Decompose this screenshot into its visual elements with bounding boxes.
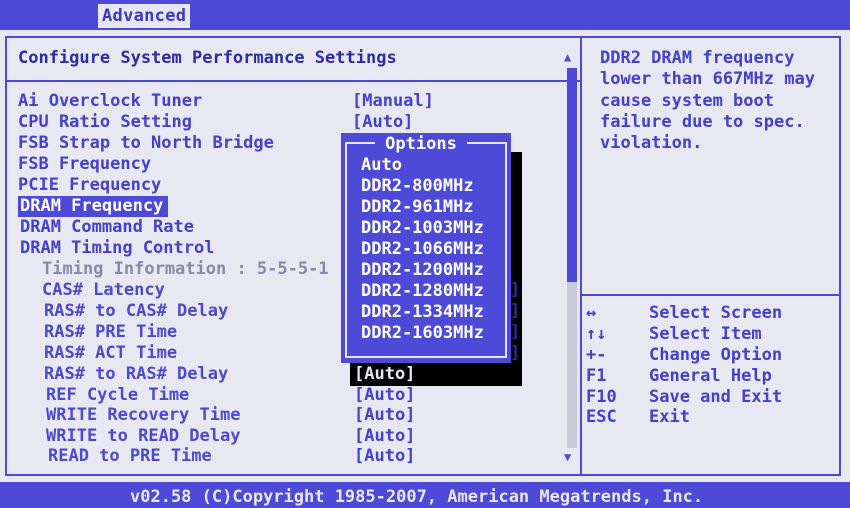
setting-ras-pre-time[interactable]: RAS# PRE Time — [44, 322, 177, 342]
bios-screen: Advanced Configure System Performance Se… — [0, 0, 850, 508]
hidden-bracket: ] — [510, 280, 521, 300]
tab-advanced[interactable]: Advanced — [98, 4, 191, 28]
setting-ras-to-cas-delay[interactable]: RAS# to CAS# Delay — [44, 301, 228, 321]
value-write-to-read-delay[interactable]: [Auto] — [354, 426, 415, 446]
help-text-line: DDR2 DRAM frequency — [600, 48, 795, 68]
options-popup-title: Options — [375, 134, 467, 154]
setting-dram-timing-control[interactable]: DRAM Timing Control — [20, 238, 214, 258]
setting-dram-frequency[interactable]: DRAM Frequency — [20, 196, 163, 216]
key-desc-change-option: Change Option — [649, 345, 783, 365]
key-desc-exit: Exit — [649, 407, 690, 427]
option-item[interactable]: DDR2-800MHz — [361, 176, 474, 196]
key-desc-general-help: General Help — [649, 366, 772, 386]
timing-information: Timing Information : 5-5-5-1 — [42, 259, 329, 279]
setting-ras-to-ras-delay[interactable]: RAS# to RAS# Delay — [44, 364, 228, 384]
help-divider — [582, 294, 841, 296]
value-ref-cycle-time[interactable]: [Auto] — [354, 385, 415, 405]
key-f1: F1 — [586, 366, 607, 386]
value-ras-to-ras-delay[interactable]: [Auto] — [354, 364, 415, 384]
option-item[interactable]: DDR2-961MHz — [361, 197, 474, 217]
key-desc-save-exit: Save and Exit — [649, 387, 783, 407]
help-text-line: lower than 667MHz may — [600, 69, 815, 89]
hidden-bracket: ] — [510, 343, 521, 363]
setting-fsb-strap[interactable]: FSB Strap to North Bridge — [18, 133, 274, 153]
key-f10: F10 — [586, 387, 617, 407]
plus-minus-key: +- — [586, 345, 607, 365]
setting-read-to-pre-time[interactable]: READ to PRE Time — [48, 446, 212, 466]
value-read-to-pre-time[interactable]: [Auto] — [354, 446, 415, 466]
setting-write-recovery-time[interactable]: WRITE Recovery Time — [46, 405, 240, 425]
option-item[interactable]: DDR2-1334MHz — [361, 302, 484, 322]
setting-dram-command-rate[interactable]: DRAM Command Rate — [20, 217, 194, 237]
setting-ref-cycle-time[interactable]: REF Cycle Time — [46, 385, 189, 405]
scroll-down-arrow-icon[interactable]: ▼ — [564, 450, 571, 464]
option-item[interactable]: DDR2-1200MHz — [361, 260, 484, 280]
option-item[interactable]: DDR2-1066MHz — [361, 239, 484, 259]
key-desc-select-item: Select Item — [649, 324, 762, 344]
value-write-recovery-time[interactable]: [Auto] — [354, 405, 415, 425]
setting-cpu-ratio[interactable]: CPU Ratio Setting — [18, 112, 192, 132]
help-text-line: violation. — [600, 133, 703, 153]
section-title: Configure System Performance Settings — [18, 48, 397, 68]
help-text-line: failure due to spec. — [600, 112, 805, 132]
left-right-arrow-icon: ↔ — [586, 303, 597, 323]
top-menu-bar: Advanced — [0, 0, 850, 30]
setting-write-to-read-delay[interactable]: WRITE to READ Delay — [46, 426, 240, 446]
key-esc: ESC — [586, 407, 617, 427]
copyright-text: v02.58 (C)Copyright 1985-2007, American … — [130, 487, 704, 507]
setting-ras-act-time[interactable]: RAS# ACT Time — [44, 343, 177, 363]
key-desc-select-screen: Select Screen — [649, 303, 783, 323]
option-item[interactable]: DDR2-1603MHz — [361, 323, 484, 343]
value-cpu-ratio[interactable]: [Auto] — [352, 112, 413, 132]
hidden-bracket: ] — [510, 301, 521, 321]
option-item[interactable]: Auto — [361, 155, 402, 175]
scrollbar-thumb[interactable] — [567, 68, 577, 282]
setting-fsb-frequency[interactable]: FSB Frequency — [18, 154, 151, 174]
setting-ai-overclock-tuner[interactable]: Ai Overclock Tuner — [18, 91, 202, 111]
help-text-line: cause system boot — [600, 91, 774, 111]
option-item[interactable]: DDR2-1280MHz — [361, 281, 484, 301]
panel-divider — [580, 36, 582, 476]
hidden-bracket: ] — [510, 322, 521, 342]
option-item[interactable]: DDR2-1003MHz — [361, 218, 484, 238]
title-underline — [7, 80, 580, 82]
setting-cas-latency[interactable]: CAS# Latency — [42, 280, 165, 300]
scroll-up-arrow-icon[interactable]: ▲ — [564, 50, 571, 64]
setting-pcie-frequency[interactable]: PCIE Frequency — [18, 175, 161, 195]
value-ai-overclock-tuner[interactable]: [Manual] — [352, 91, 434, 111]
up-down-arrow-icon: ↑↓ — [586, 324, 607, 344]
